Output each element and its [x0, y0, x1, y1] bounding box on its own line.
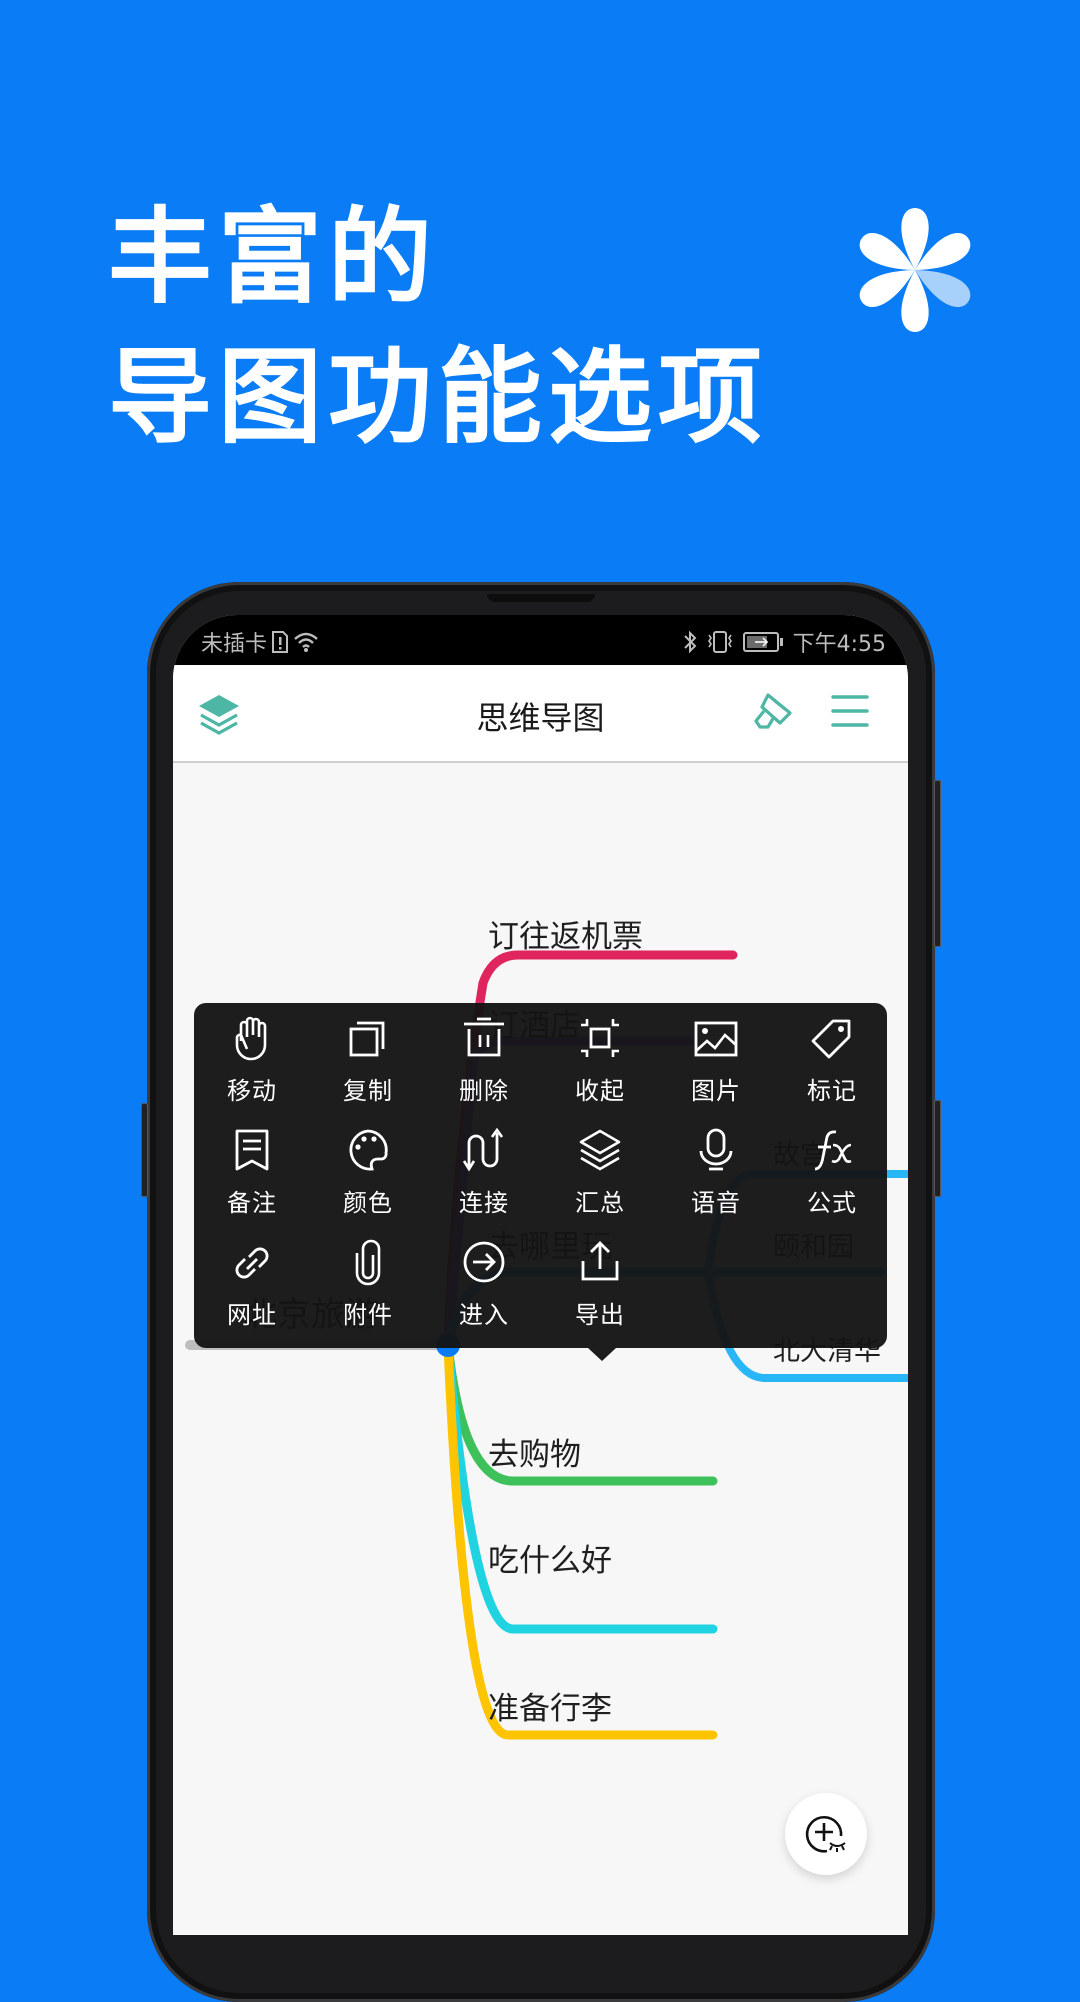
mindmap-node[interactable]: 吃什么好 [488, 1535, 612, 1580]
menu-item-collapse[interactable]: 收起 [542, 1003, 658, 1113]
mindmap-node[interactable]: 订往返机票 [488, 911, 643, 956]
branch-line-food [443, 1340, 718, 1634]
status-bar: 未插卡 下午4:55 [173, 615, 908, 665]
carrier-text: 未插卡 [201, 632, 268, 657]
node-context-menu: 移动 复制 删除 收起 图片 标记 备注 颜色 连接 汇总 语音 公式 网址 附… [194, 1003, 887, 1348]
menu-item-enter[interactable]: 进入 [426, 1227, 542, 1337]
summary-layers-icon [579, 1129, 621, 1171]
menu-item-voice[interactable]: 语音 [658, 1115, 774, 1225]
context-menu-pointer [588, 1348, 616, 1361]
menu-item-move[interactable]: 移动 [194, 1003, 310, 1113]
mindmap-canvas[interactable]: 订往返机票 订酒店 故宫 去哪里玩 颐和园 北京旅游 北大清华 去购物 吃什么好… [173, 763, 908, 1935]
bluetooth-icon [683, 630, 697, 654]
arrow-circle-right-icon [463, 1241, 505, 1283]
brush-icon[interactable] [746, 687, 796, 737]
mindmap-node[interactable]: 准备行李 [488, 1683, 612, 1728]
menu-item-export[interactable]: 导出 [542, 1227, 658, 1337]
palette-icon [349, 1129, 388, 1171]
copy-icon [349, 1021, 385, 1057]
link-icon [235, 1247, 269, 1279]
menu-item-attachment[interactable]: 附件 [310, 1227, 426, 1337]
menu-item-image[interactable]: 图片 [658, 1003, 774, 1113]
menu-item-connect[interactable]: 连接 [426, 1115, 542, 1225]
menu-item-formula[interactable]: 公式 [774, 1115, 890, 1225]
phone-screen: 未插卡 下午4:55 思维导图 订往返机票 北大清华 去购物 吃什么好 准备行李… [173, 615, 908, 1935]
app-header: 思维导图 [173, 665, 908, 763]
note-icon [235, 1129, 269, 1171]
formula-icon [814, 1130, 852, 1171]
export-icon [581, 1241, 619, 1281]
image-icon [694, 1021, 738, 1057]
phone-power-button [934, 1100, 941, 1197]
menu-item-copy[interactable]: 复制 [310, 1003, 426, 1113]
flower-petal-icon [859, 208, 971, 332]
app-title: 思维导图 [476, 699, 605, 737]
menu-item-note[interactable]: 备注 [194, 1115, 310, 1225]
headline-line-2: 导图功能选项 [108, 336, 769, 458]
hand-icon [235, 1016, 267, 1061]
wifi-icon [294, 632, 318, 652]
collapse-icon [581, 1019, 619, 1057]
trash-icon [464, 1017, 504, 1057]
zoom-fab-button[interactable] [785, 1793, 867, 1875]
paperclip-icon [355, 1239, 381, 1286]
headline-line-1: 丰富的 [108, 196, 439, 318]
menu-item-url[interactable]: 网址 [194, 1227, 310, 1337]
menu-item-color[interactable]: 颜色 [310, 1115, 426, 1225]
menu-item-summary[interactable]: 汇总 [542, 1115, 658, 1225]
connect-icon [462, 1127, 504, 1172]
phone-notch [487, 594, 595, 602]
battery-charging-icon [742, 632, 783, 652]
menu-item-tag[interactable]: 标记 [774, 1003, 890, 1113]
phone-volume-button [934, 780, 941, 947]
zoom-add-icon [805, 1816, 846, 1853]
status-time: 下午4:55 [792, 632, 886, 657]
menu-icon[interactable] [830, 691, 870, 731]
phone-left-button [141, 1103, 148, 1197]
menu-item-delete[interactable]: 删除 [426, 1003, 542, 1113]
microphone-icon [699, 1128, 733, 1171]
sim-alert-icon [272, 631, 289, 653]
vibrate-icon [707, 631, 732, 653]
tag-icon [811, 1019, 851, 1059]
mindmap-node[interactable]: 去购物 [488, 1429, 581, 1474]
